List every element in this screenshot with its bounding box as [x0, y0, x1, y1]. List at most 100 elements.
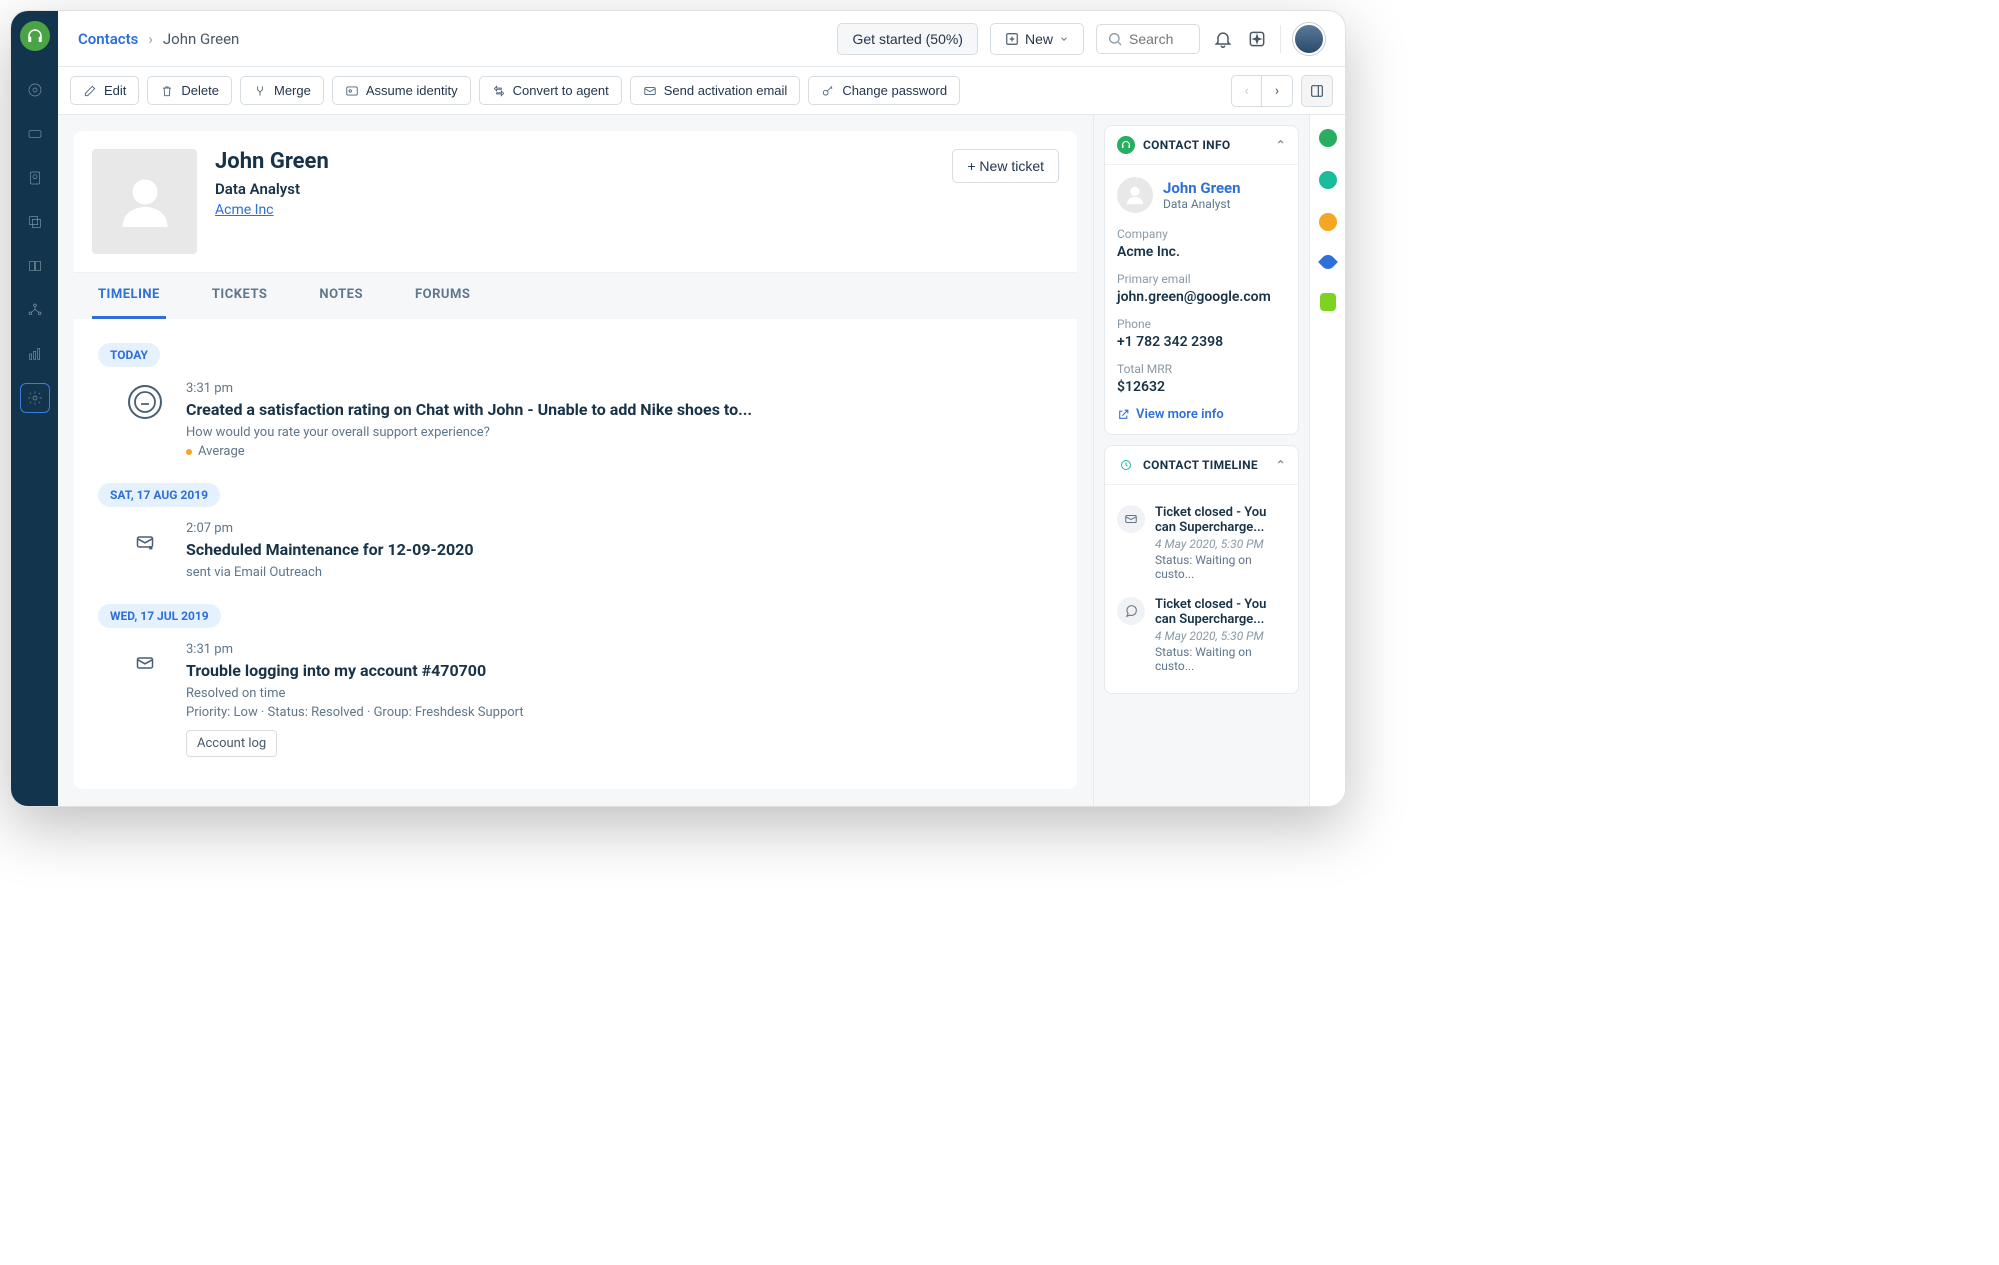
sidebar-item-contacts[interactable]	[20, 163, 50, 193]
search-box[interactable]	[1096, 24, 1200, 54]
main-content: John Green Data Analyst Acme Inc + New t…	[58, 115, 1093, 806]
timeline-time: 3:31 pm	[186, 381, 752, 396]
left-nav	[11, 11, 58, 806]
contact-info-field: Total MRR$12632	[1117, 362, 1286, 395]
timeline-tag[interactable]: Account log	[186, 730, 277, 757]
trash-icon	[160, 84, 174, 98]
timeline-time: 2:07 pm	[186, 521, 474, 536]
contact-info-panel: CONTACT INFO ⌃ John Green Data Analyst	[1104, 125, 1299, 435]
sidebar-item-automation[interactable]	[20, 295, 50, 325]
next-record-button[interactable]: ›	[1262, 76, 1292, 106]
contact-timeline-panel: CONTACT TIMELINE ⌃ Ticket closed - You c…	[1104, 445, 1299, 694]
toolbar: Edit Delete Merge Assume identity Conver…	[58, 67, 1345, 115]
clock-icon	[1117, 456, 1135, 474]
key-icon	[821, 84, 835, 98]
convert-agent-button[interactable]: Convert to agent	[479, 76, 622, 105]
app-frame: Contacts › John Green Get started (50%) …	[10, 10, 1346, 807]
rail-app-5[interactable]	[1320, 293, 1336, 311]
mail-icon	[128, 646, 162, 680]
bell-icon	[1213, 29, 1233, 49]
headphones-icon	[1117, 136, 1135, 154]
mail-out-icon	[128, 525, 162, 559]
edit-button[interactable]: Edit	[70, 76, 139, 105]
profile-card: John Green Data Analyst Acme Inc + New t…	[74, 131, 1077, 272]
new-button[interactable]: New	[990, 23, 1084, 55]
contact-timeline-item[interactable]: Ticket closed - You can Supercharge...4 …	[1117, 497, 1286, 589]
timeline-item[interactable]: 3:31 pmCreated a satisfaction rating on …	[98, 367, 1053, 477]
timeline-sub: Resolved on time	[186, 686, 524, 701]
profile-picture	[92, 149, 197, 254]
new-ticket-button[interactable]: + New ticket	[952, 149, 1059, 183]
date-pill: SAT, 17 AUG 2019	[98, 483, 220, 507]
delete-button[interactable]: Delete	[147, 76, 232, 105]
timeline-item[interactable]: 2:07 pmScheduled Maintenance for 12-09-2…	[98, 507, 1053, 598]
breadcrumb-root[interactable]: Contacts	[78, 30, 138, 48]
search-icon	[1107, 31, 1123, 47]
plus-box-icon	[1005, 32, 1019, 46]
id-icon	[345, 84, 359, 98]
timeline-time: 3:31 pm	[186, 642, 524, 657]
sidebar-item-solutions[interactable]	[20, 207, 50, 237]
panel-header[interactable]: CONTACT INFO ⌃	[1105, 126, 1298, 165]
breadcrumb: Contacts › John Green	[78, 30, 239, 48]
tab-timeline[interactable]: TIMELINE	[92, 273, 166, 319]
contact-info-role: Data Analyst	[1163, 197, 1241, 211]
apps-button[interactable]	[1246, 28, 1268, 50]
tabs: TIMELINE TICKETS NOTES FORUMS	[74, 272, 1077, 319]
external-link-icon	[1117, 408, 1130, 421]
layout-toggle-button[interactable]	[1301, 75, 1333, 107]
mail-icon	[1117, 505, 1145, 533]
contact-company-link[interactable]: Acme Inc	[215, 202, 274, 218]
tab-tickets[interactable]: TICKETS	[206, 273, 274, 319]
right-sidebar: CONTACT INFO ⌃ John Green Data Analyst	[1093, 115, 1309, 806]
contact-avatar-small	[1117, 177, 1153, 213]
assume-identity-button[interactable]: Assume identity	[332, 76, 471, 105]
rail-app-1[interactable]	[1319, 129, 1337, 147]
date-pill: WED, 17 JUL 2019	[98, 604, 221, 628]
record-nav: ‹ ›	[1231, 75, 1293, 107]
search-input[interactable]	[1129, 31, 1189, 47]
sidebar-item-knowledge[interactable]	[20, 251, 50, 281]
mail-icon	[643, 84, 657, 98]
chevron-up-icon: ⌃	[1276, 138, 1286, 152]
view-more-link[interactable]: View more info	[1117, 407, 1286, 422]
contact-info-field: Primary emailjohn.green@google.com	[1117, 272, 1286, 305]
change-password-button[interactable]: Change password	[808, 76, 960, 105]
send-activation-button[interactable]: Send activation email	[630, 76, 801, 105]
right-app-rail	[1309, 115, 1345, 806]
merge-icon	[253, 84, 267, 98]
rail-app-2[interactable]	[1319, 171, 1337, 189]
notifications-button[interactable]	[1212, 28, 1234, 50]
timeline-meta: Priority: Low · Status: Resolved · Group…	[186, 705, 524, 720]
contact-info-field: Phone+1 782 342 2398	[1117, 317, 1286, 350]
contact-info-name[interactable]: John Green	[1163, 179, 1241, 197]
sidebar-item-reports[interactable]	[20, 339, 50, 369]
date-pill: TODAY	[98, 343, 160, 367]
edit-icon	[83, 84, 97, 98]
chevron-up-icon: ⌃	[1276, 458, 1286, 472]
contact-timeline-item[interactable]: Ticket closed - You can Supercharge...4 …	[1117, 589, 1286, 681]
tab-forums[interactable]: FORUMS	[409, 273, 476, 319]
tab-notes[interactable]: NOTES	[313, 273, 369, 319]
rail-app-3[interactable]	[1319, 213, 1337, 231]
timeline-rating: Average	[186, 444, 752, 459]
rail-app-4[interactable]	[1318, 252, 1338, 272]
timeline-item[interactable]: 3:31 pmTrouble logging into my account #…	[98, 628, 1053, 771]
person-icon	[1124, 184, 1146, 206]
app-logo[interactable]	[20, 21, 50, 51]
merge-button[interactable]: Merge	[240, 76, 324, 105]
timeline-sub: How would you rate your overall support …	[186, 425, 752, 440]
contact-name: John Green	[215, 149, 329, 174]
chevron-down-icon	[1059, 34, 1069, 44]
sidebar-item-settings[interactable]	[20, 383, 50, 413]
get-started-button[interactable]: Get started (50%)	[837, 23, 978, 55]
sidebar-item-dashboard[interactable]	[20, 75, 50, 105]
contact-role: Data Analyst	[215, 180, 329, 198]
chevron-right-icon: ›	[148, 30, 153, 48]
sidebar-item-tickets[interactable]	[20, 119, 50, 149]
timeline-sub: sent via Email Outreach	[186, 565, 474, 580]
panel-header[interactable]: CONTACT TIMELINE ⌃	[1105, 446, 1298, 485]
sparkle-icon	[1247, 29, 1267, 49]
prev-record-button[interactable]: ‹	[1232, 76, 1262, 106]
user-avatar[interactable]	[1293, 23, 1325, 55]
